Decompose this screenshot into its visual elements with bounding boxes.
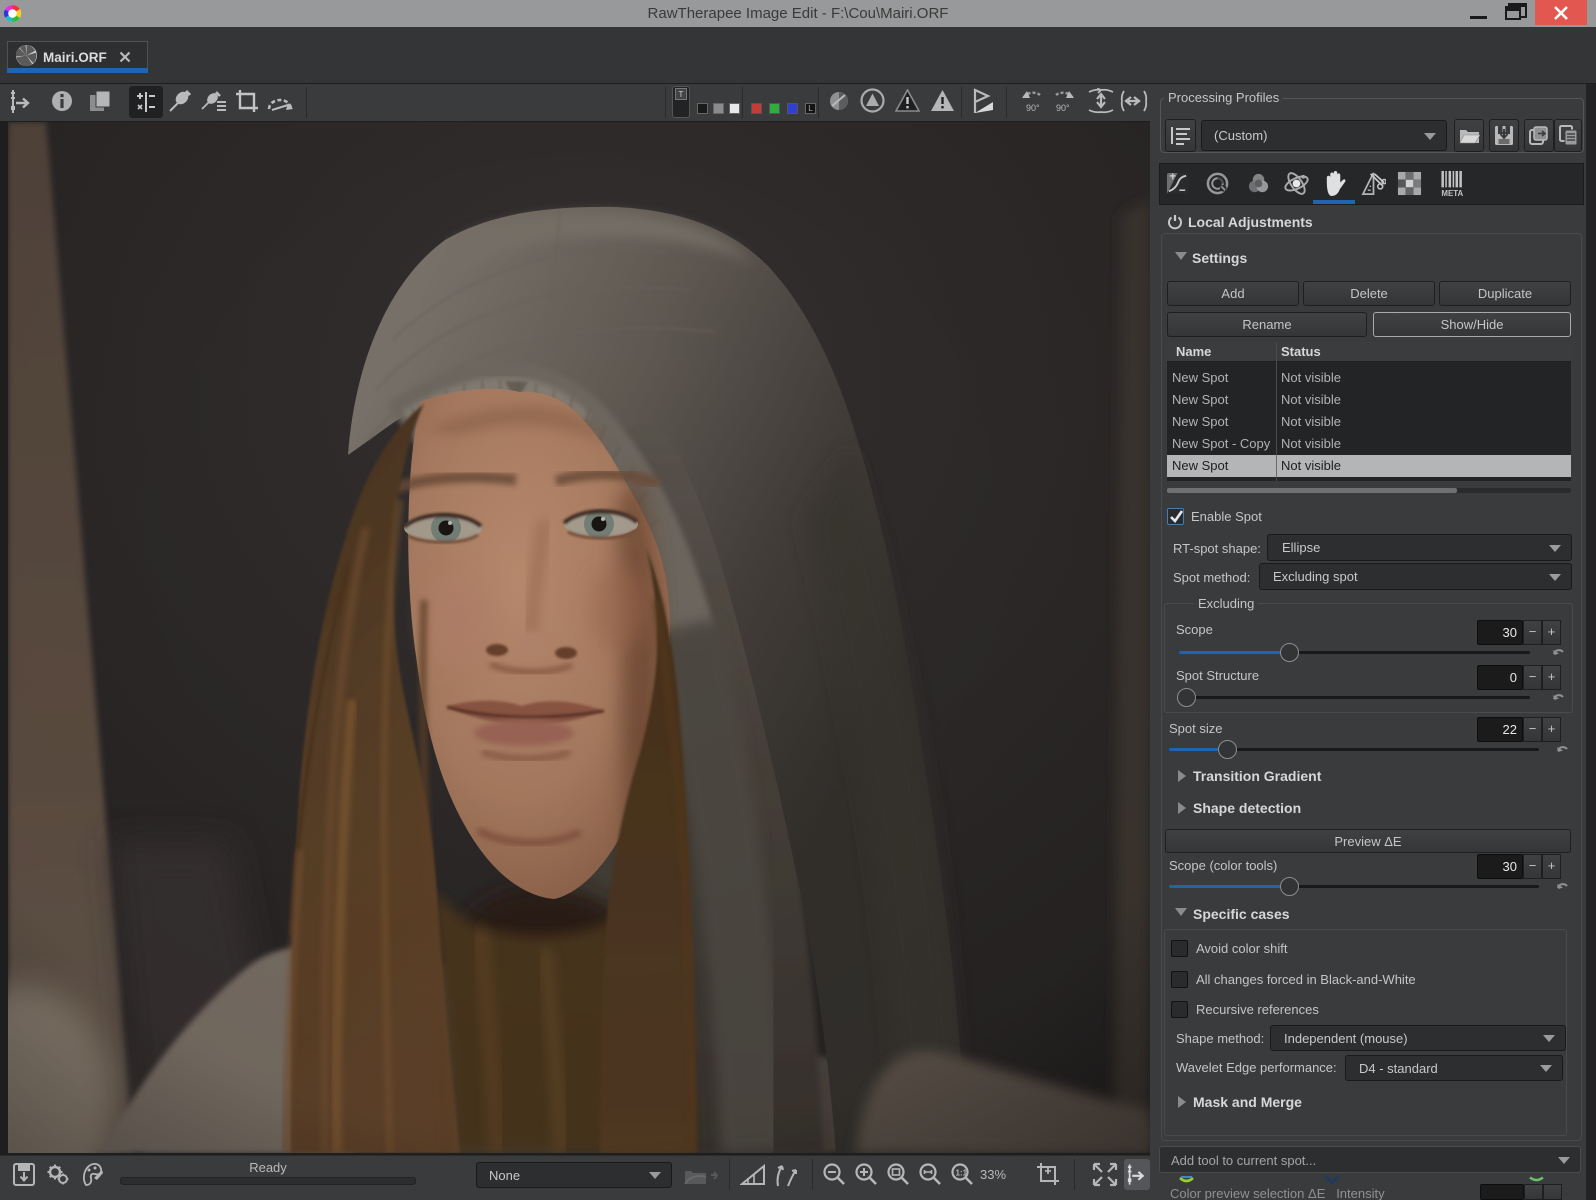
svg-text:META: META [1441,189,1463,197]
svg-text:1:1: 1:1 [956,1169,968,1178]
svg-text:90°: 90° [1056,103,1070,113]
svg-text:90°: 90° [1026,103,1040,113]
